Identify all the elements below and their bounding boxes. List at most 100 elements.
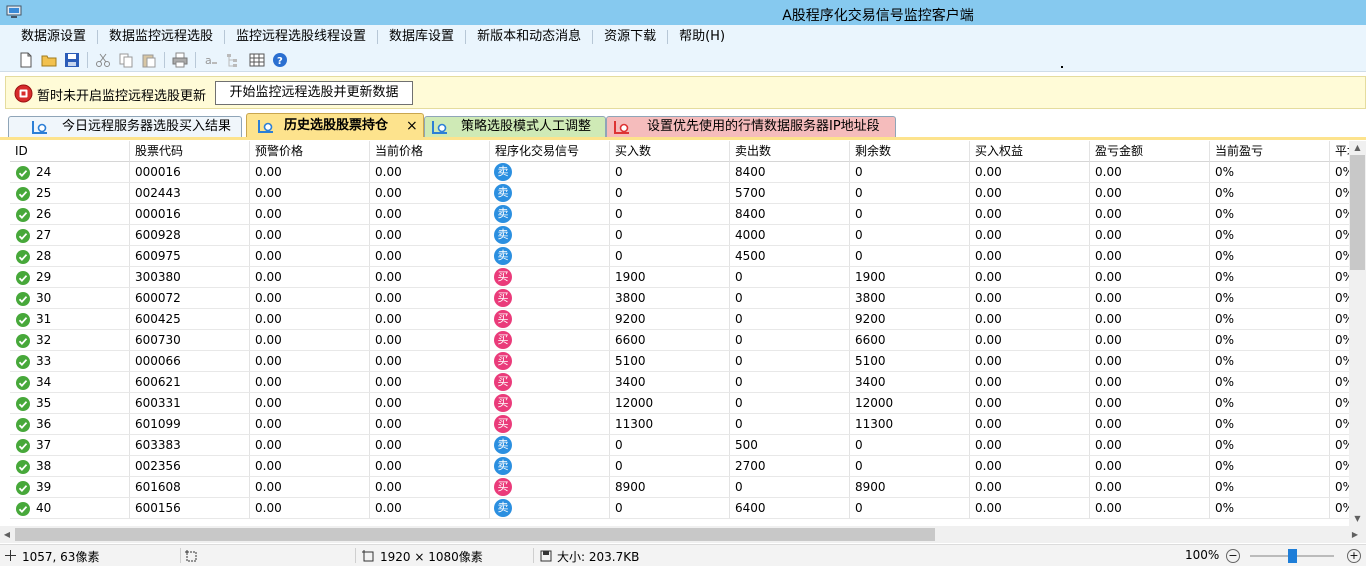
column-header-remaining[interactable]: 剩余数 [850,141,970,162]
tab-today-results[interactable]: 今日远程服务器选股买入结果 [8,116,242,138]
svg-text:a: a [205,54,212,67]
column-header-current-price[interactable]: 当前价格 [370,141,490,162]
help-icon[interactable]: ? [272,52,288,68]
new-icon[interactable] [18,52,34,68]
cell-alert-price: 0.00 [250,351,370,372]
cell-code: 601608 [130,477,250,498]
tab-server-ip[interactable]: 设置优先使用的行情数据服务器IP地址段 [606,116,896,138]
menu-downloads[interactable]: 资源下载 [593,27,667,47]
scroll-right-arrow-icon[interactable]: ▶ [1348,526,1362,543]
cell-id: 35 [10,393,130,414]
cell-average: 0% [1330,456,1349,477]
table-row[interactable]: 316004250.000.00买9200092000.000.000%0% [10,309,1349,330]
cell-id: 31 [10,309,130,330]
column-header-average[interactable]: 平均 [1330,141,1349,162]
table-row[interactable]: 286009750.000.00卖0450000.000.000%0% [10,246,1349,267]
table-row[interactable]: 396016080.000.00买8900089000.000.000%0% [10,477,1349,498]
tab-label: 今日远程服务器选股买入结果 [62,119,232,134]
scroll-up-arrow-icon[interactable]: ▲ [1349,141,1366,155]
cell-alert-price: 0.00 [250,477,370,498]
start-monitor-button[interactable]: 开始监控远程选股并更新数据 [215,81,413,105]
row-id: 39 [36,480,52,494]
cell-buy-qty: 0 [610,456,730,477]
menu-remote-picking[interactable]: 数据监控远程选股 [98,27,224,47]
cell-average: 0% [1330,183,1349,204]
cell-buy-qty: 0 [610,225,730,246]
cell-equity: 0.00 [970,414,1090,435]
horizontal-scrollbar[interactable]: ◀ ▶ [0,526,1366,543]
vertical-scroll-thumb[interactable] [1350,155,1365,270]
cell-alert-price: 0.00 [250,393,370,414]
table-row[interactable]: 380023560.000.00卖0270000.000.000%0% [10,456,1349,477]
menu-news[interactable]: 新版本和动态消息 [466,27,592,47]
scroll-left-arrow-icon[interactable]: ◀ [0,526,14,543]
row-id: 37 [36,438,52,452]
cell-signal: 买 [490,393,610,414]
cell-code: 002356 [130,456,250,477]
grid-icon[interactable] [249,52,265,68]
column-header-equity[interactable]: 买入权益 [970,141,1090,162]
menu-thread-settings[interactable]: 监控远程选股线程设置 [225,27,377,47]
cell-equity: 0.00 [970,183,1090,204]
cell-signal: 买 [490,288,610,309]
table-row[interactable]: 346006210.000.00买3400034000.000.000%0% [10,372,1349,393]
image-dimensions: 1920 × 1080像素 [380,550,483,564]
table-row[interactable]: 406001560.000.00卖0640000.000.000%0% [10,498,1349,519]
table-row[interactable]: 356003310.000.00买120000120000.000.000%0% [10,393,1349,414]
column-header-alert-price[interactable]: 预警价格 [250,141,370,162]
print-icon[interactable] [172,52,188,68]
table-row[interactable]: 240000160.000.00卖0840000.000.000%0% [10,162,1349,183]
tab-history-holdings[interactable]: 历史选股股票持仓 × [246,113,424,138]
control-bar: 暂时未开启监控远程选股更新 开始监控远程选股并更新数据 [5,76,1366,109]
cell-remaining: 5100 [850,351,970,372]
copy-icon[interactable] [118,52,134,68]
cell-pnl-percent: 0% [1210,498,1330,519]
open-icon[interactable] [41,52,57,68]
cursor-position: 1057, 63像素 [22,550,100,564]
cut-icon[interactable] [95,52,111,68]
column-header-pnl-percent[interactable]: 当前盈亏 [1210,141,1330,162]
cell-current-price: 0.00 [370,246,490,267]
column-header-code[interactable]: 股票代码 [130,141,250,162]
cell-alert-price: 0.00 [250,330,370,351]
horizontal-scroll-thumb[interactable] [15,528,935,541]
table-row[interactable]: 376033830.000.00卖050000.000.000%0% [10,435,1349,456]
column-header-buy-qty[interactable]: 买入数 [610,141,730,162]
menu-data-source[interactable]: 数据源设置 [10,27,97,47]
table-row[interactable]: 366010990.000.00买113000113000.000.000%0% [10,414,1349,435]
zoom-slider-thumb[interactable] [1288,549,1297,563]
menu-database[interactable]: 数据库设置 [378,27,465,47]
zoom-slider[interactable] [1250,549,1334,563]
table-row[interactable]: 326007300.000.00买6600066000.000.000%0% [10,330,1349,351]
table-row[interactable]: 330000660.000.00买5100051000.000.000%0% [10,351,1349,372]
tree-icon[interactable] [226,52,242,68]
table-row[interactable]: 260000160.000.00卖0840000.000.000%0% [10,204,1349,225]
zoom-in-button[interactable]: + [1347,549,1361,563]
cell-equity: 0.00 [970,204,1090,225]
cell-id: 27 [10,225,130,246]
column-header-sell-qty[interactable]: 卖出数 [730,141,850,162]
save-icon[interactable] [64,52,80,68]
close-icon[interactable]: × [406,116,418,136]
zoom-out-button[interactable]: − [1226,549,1240,563]
monitor-status-text: 暂时未开启监控远程选股更新 [37,89,207,104]
table-row[interactable]: 293003800.000.00买1900019000.000.000%0% [10,267,1349,288]
font-icon[interactable]: a [203,52,219,68]
tab-strategy-adjust[interactable]: 策略选股模式人工调整 [424,116,606,138]
cell-average: 0% [1330,246,1349,267]
cell-alert-price: 0.00 [250,267,370,288]
column-header-id[interactable]: ID [10,141,130,162]
sell-signal-badge: 卖 [494,163,512,181]
column-header-signal[interactable]: 程序化交易信号 [490,141,610,162]
column-header-pnl-amount[interactable]: 盈亏金额 [1090,141,1210,162]
cell-remaining: 3400 [850,372,970,393]
vertical-scrollbar[interactable]: ▲ ▼ [1349,141,1366,526]
table-row[interactable]: 306000720.000.00买3800038000.000.000%0% [10,288,1349,309]
cell-current-price: 0.00 [370,456,490,477]
paste-icon[interactable] [141,52,157,68]
table-row[interactable]: 276009280.000.00卖0400000.000.000%0% [10,225,1349,246]
menu-help[interactable]: 帮助(H) [668,27,736,47]
table-row[interactable]: 250024430.000.00卖0570000.000.000%0% [10,183,1349,204]
cell-buy-qty: 0 [610,204,730,225]
scroll-down-arrow-icon[interactable]: ▼ [1349,512,1366,526]
